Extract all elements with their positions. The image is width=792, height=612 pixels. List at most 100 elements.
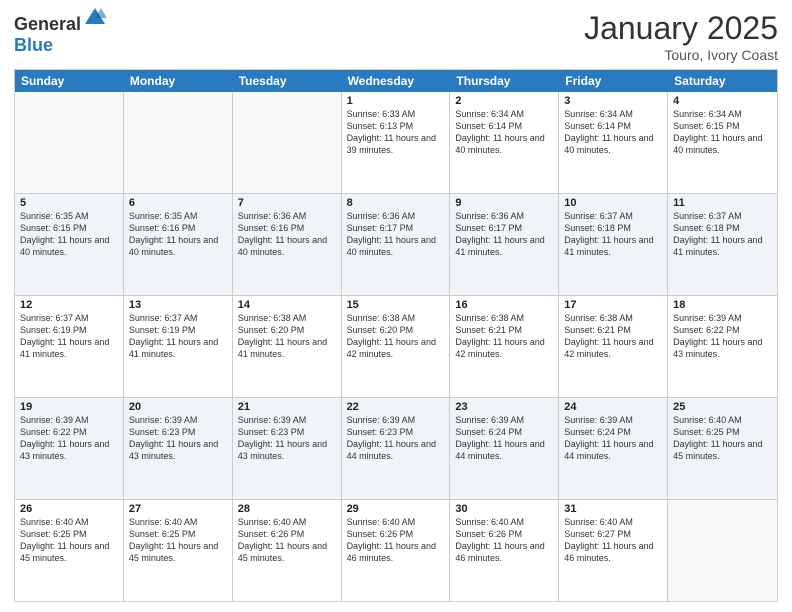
day-info: Sunrise: 6:33 AM Sunset: 6:13 PM Dayligh… [347,108,445,157]
day-cell-31: 31Sunrise: 6:40 AM Sunset: 6:27 PM Dayli… [559,500,668,601]
day-cell-19: 19Sunrise: 6:39 AM Sunset: 6:22 PM Dayli… [15,398,124,499]
day-info: Sunrise: 6:40 AM Sunset: 6:25 PM Dayligh… [129,516,227,565]
title-month: January 2025 [584,10,778,47]
day-cell-14: 14Sunrise: 6:38 AM Sunset: 6:20 PM Dayli… [233,296,342,397]
day-cell-26: 26Sunrise: 6:40 AM Sunset: 6:25 PM Dayli… [15,500,124,601]
day-number: 7 [238,197,336,209]
header-day-friday: Friday [559,70,668,92]
day-info: Sunrise: 6:39 AM Sunset: 6:23 PM Dayligh… [238,414,336,463]
logo: General Blue [14,10,107,56]
header-day-sunday: Sunday [15,70,124,92]
day-number: 25 [673,401,772,413]
day-cell-21: 21Sunrise: 6:39 AM Sunset: 6:23 PM Dayli… [233,398,342,499]
day-number: 5 [20,197,118,209]
day-info: Sunrise: 6:40 AM Sunset: 6:25 PM Dayligh… [20,516,118,565]
day-number: 3 [564,95,662,107]
empty-cell [15,92,124,193]
day-info: Sunrise: 6:37 AM Sunset: 6:18 PM Dayligh… [564,210,662,259]
day-info: Sunrise: 6:39 AM Sunset: 6:24 PM Dayligh… [564,414,662,463]
day-info: Sunrise: 6:39 AM Sunset: 6:24 PM Dayligh… [455,414,553,463]
day-info: Sunrise: 6:39 AM Sunset: 6:22 PM Dayligh… [673,312,772,361]
day-cell-6: 6Sunrise: 6:35 AM Sunset: 6:16 PM Daylig… [124,194,233,295]
day-info: Sunrise: 6:37 AM Sunset: 6:18 PM Dayligh… [673,210,772,259]
day-number: 14 [238,299,336,311]
day-number: 16 [455,299,553,311]
day-cell-13: 13Sunrise: 6:37 AM Sunset: 6:19 PM Dayli… [124,296,233,397]
day-info: Sunrise: 6:38 AM Sunset: 6:21 PM Dayligh… [564,312,662,361]
day-info: Sunrise: 6:36 AM Sunset: 6:17 PM Dayligh… [455,210,553,259]
day-info: Sunrise: 6:39 AM Sunset: 6:23 PM Dayligh… [129,414,227,463]
day-cell-27: 27Sunrise: 6:40 AM Sunset: 6:25 PM Dayli… [124,500,233,601]
header-day-wednesday: Wednesday [342,70,451,92]
day-info: Sunrise: 6:35 AM Sunset: 6:15 PM Dayligh… [20,210,118,259]
day-cell-30: 30Sunrise: 6:40 AM Sunset: 6:26 PM Dayli… [450,500,559,601]
day-number: 22 [347,401,445,413]
day-cell-20: 20Sunrise: 6:39 AM Sunset: 6:23 PM Dayli… [124,398,233,499]
title-block: January 2025 Touro, Ivory Coast [584,10,778,63]
day-info: Sunrise: 6:34 AM Sunset: 6:15 PM Dayligh… [673,108,772,157]
day-cell-17: 17Sunrise: 6:38 AM Sunset: 6:21 PM Dayli… [559,296,668,397]
day-number: 24 [564,401,662,413]
day-info: Sunrise: 6:34 AM Sunset: 6:14 PM Dayligh… [564,108,662,157]
day-number: 18 [673,299,772,311]
calendar: SundayMondayTuesdayWednesdayThursdayFrid… [14,69,778,602]
day-cell-24: 24Sunrise: 6:39 AM Sunset: 6:24 PM Dayli… [559,398,668,499]
day-cell-5: 5Sunrise: 6:35 AM Sunset: 6:15 PM Daylig… [15,194,124,295]
day-info: Sunrise: 6:40 AM Sunset: 6:26 PM Dayligh… [347,516,445,565]
day-cell-2: 2Sunrise: 6:34 AM Sunset: 6:14 PM Daylig… [450,92,559,193]
day-cell-11: 11Sunrise: 6:37 AM Sunset: 6:18 PM Dayli… [668,194,777,295]
day-cell-1: 1Sunrise: 6:33 AM Sunset: 6:13 PM Daylig… [342,92,451,193]
calendar-body: 1Sunrise: 6:33 AM Sunset: 6:13 PM Daylig… [15,92,777,601]
day-cell-29: 29Sunrise: 6:40 AM Sunset: 6:26 PM Dayli… [342,500,451,601]
day-number: 15 [347,299,445,311]
day-number: 13 [129,299,227,311]
day-number: 28 [238,503,336,515]
day-cell-3: 3Sunrise: 6:34 AM Sunset: 6:14 PM Daylig… [559,92,668,193]
day-info: Sunrise: 6:36 AM Sunset: 6:16 PM Dayligh… [238,210,336,259]
day-info: Sunrise: 6:40 AM Sunset: 6:26 PM Dayligh… [238,516,336,565]
calendar-week-5: 26Sunrise: 6:40 AM Sunset: 6:25 PM Dayli… [15,500,777,601]
calendar-week-4: 19Sunrise: 6:39 AM Sunset: 6:22 PM Dayli… [15,398,777,500]
header-day-saturday: Saturday [668,70,777,92]
header: General Blue January 2025 Touro, Ivory C… [14,10,778,63]
day-info: Sunrise: 6:38 AM Sunset: 6:20 PM Dayligh… [347,312,445,361]
empty-cell [233,92,342,193]
day-number: 19 [20,401,118,413]
calendar-week-3: 12Sunrise: 6:37 AM Sunset: 6:19 PM Dayli… [15,296,777,398]
day-cell-28: 28Sunrise: 6:40 AM Sunset: 6:26 PM Dayli… [233,500,342,601]
header-day-thursday: Thursday [450,70,559,92]
day-info: Sunrise: 6:37 AM Sunset: 6:19 PM Dayligh… [20,312,118,361]
day-number: 8 [347,197,445,209]
day-number: 1 [347,95,445,107]
header-day-monday: Monday [124,70,233,92]
day-cell-9: 9Sunrise: 6:36 AM Sunset: 6:17 PM Daylig… [450,194,559,295]
day-info: Sunrise: 6:34 AM Sunset: 6:14 PM Dayligh… [455,108,553,157]
day-info: Sunrise: 6:39 AM Sunset: 6:22 PM Dayligh… [20,414,118,463]
day-cell-25: 25Sunrise: 6:40 AM Sunset: 6:25 PM Dayli… [668,398,777,499]
day-info: Sunrise: 6:39 AM Sunset: 6:23 PM Dayligh… [347,414,445,463]
day-cell-4: 4Sunrise: 6:34 AM Sunset: 6:15 PM Daylig… [668,92,777,193]
empty-cell [124,92,233,193]
day-number: 11 [673,197,772,209]
day-info: Sunrise: 6:38 AM Sunset: 6:20 PM Dayligh… [238,312,336,361]
day-number: 20 [129,401,227,413]
day-number: 31 [564,503,662,515]
day-info: Sunrise: 6:37 AM Sunset: 6:19 PM Dayligh… [129,312,227,361]
day-cell-12: 12Sunrise: 6:37 AM Sunset: 6:19 PM Dayli… [15,296,124,397]
empty-cell [668,500,777,601]
day-cell-8: 8Sunrise: 6:36 AM Sunset: 6:17 PM Daylig… [342,194,451,295]
page: General Blue January 2025 Touro, Ivory C… [0,0,792,612]
day-cell-7: 7Sunrise: 6:36 AM Sunset: 6:16 PM Daylig… [233,194,342,295]
day-number: 26 [20,503,118,515]
day-cell-18: 18Sunrise: 6:39 AM Sunset: 6:22 PM Dayli… [668,296,777,397]
day-number: 23 [455,401,553,413]
day-number: 27 [129,503,227,515]
day-number: 2 [455,95,553,107]
day-info: Sunrise: 6:38 AM Sunset: 6:21 PM Dayligh… [455,312,553,361]
day-number: 12 [20,299,118,311]
day-number: 30 [455,503,553,515]
day-number: 29 [347,503,445,515]
calendar-week-2: 5Sunrise: 6:35 AM Sunset: 6:15 PM Daylig… [15,194,777,296]
day-cell-10: 10Sunrise: 6:37 AM Sunset: 6:18 PM Dayli… [559,194,668,295]
day-number: 17 [564,299,662,311]
